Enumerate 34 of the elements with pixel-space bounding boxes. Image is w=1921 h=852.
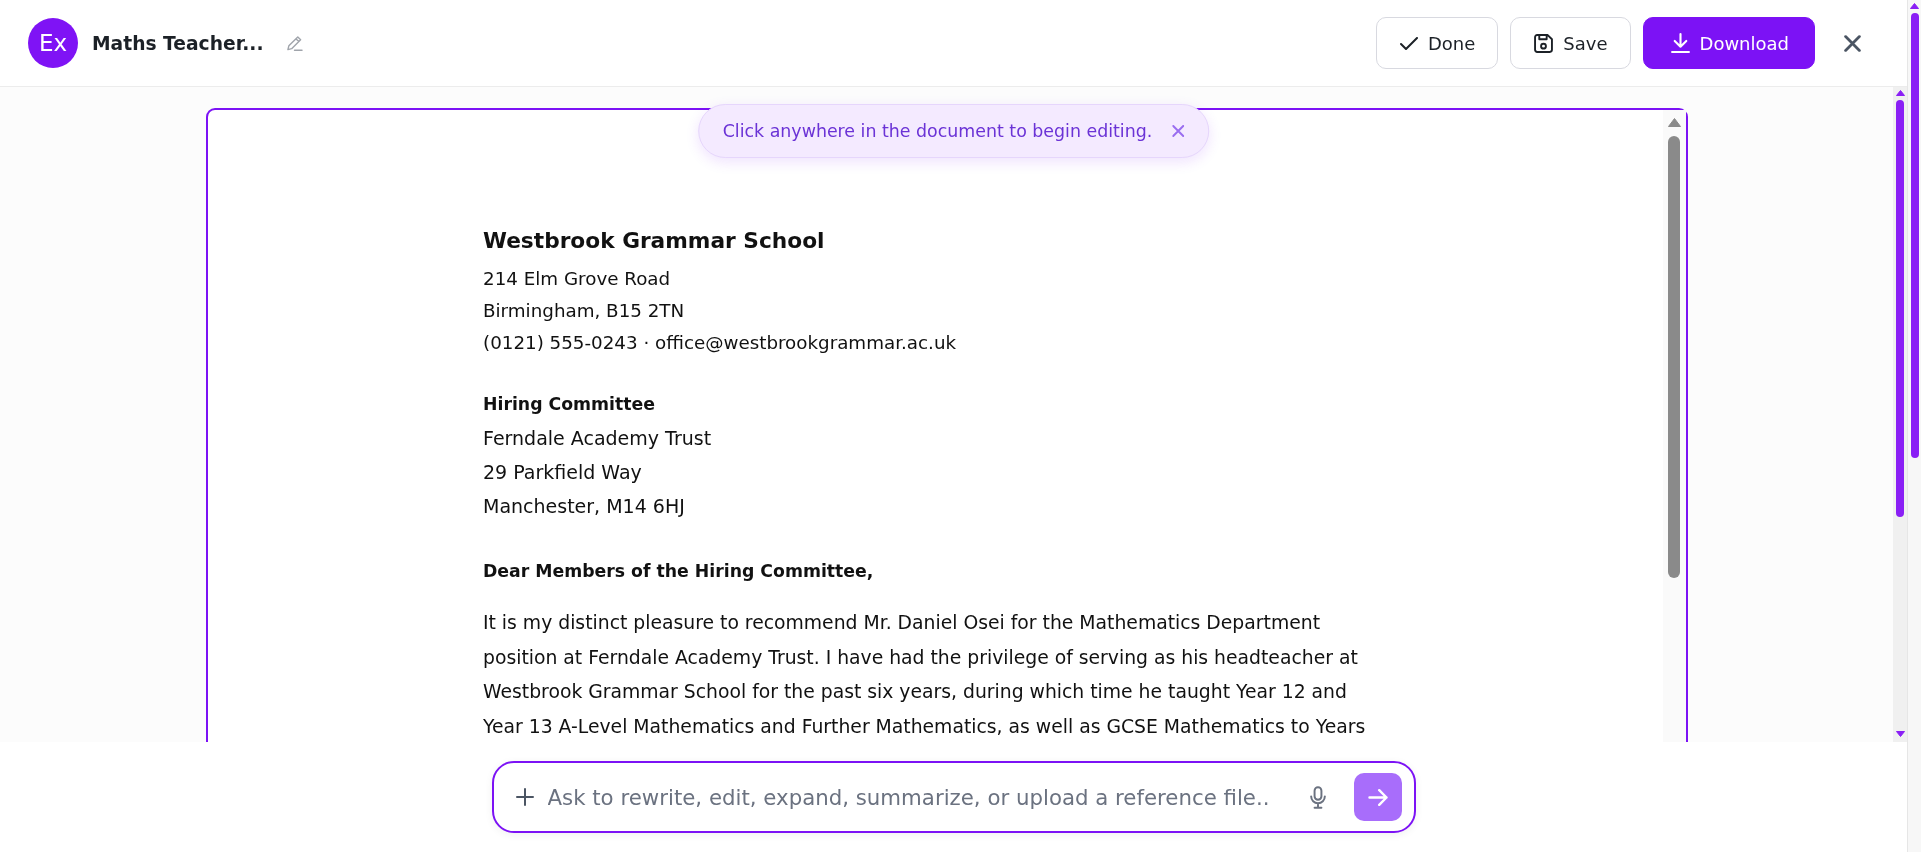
address-line: 214 Elm Grove Road [483,267,672,291]
salutation: Dear Members of the Hiring Committee, [483,560,875,583]
scrollbar-thumb[interactable] [1668,136,1680,578]
up-arrow-icon[interactable] [1910,3,1919,9]
address-line: (0121) 555-0243 · office@westbrookgrammar.ac.uk [483,331,958,355]
notice-text: Click anywhere in the document to begin editing. [722,121,1153,141]
close-icon [1843,34,1861,52]
check-icon [1399,36,1418,50]
arrow-right-icon [1367,788,1388,806]
scrollbar-thumb[interactable] [1896,100,1904,517]
recipient-name: Hiring Committee [483,393,656,416]
letter-paragraph: It is my distinct pleasure to recommend Mr. Daniel Osei for the Mathematics Department position at Ferndale Academy Trust. I have had the privilege of serving as his headteacher at Westbrook Grammar School for the past six years, during which time he taught Year 12 and Year 13 A-Level Mathematics and Further Mathematics, as well as GCSE Mathematics to Years [483,611,1367,739]
scrollbar-thumb[interactable] [1910,13,1919,458]
floppy-disk-icon [1534,33,1554,53]
up-arrow-icon[interactable] [1667,118,1681,127]
school-name: Westbrook Grammar School [483,227,826,255]
download-icon [1670,33,1690,53]
plus-icon[interactable] [515,788,534,806]
prompt-bar[interactable]: Ask to rewrite, edit, expand, summarize, or upload a reference file.. [491,761,1416,833]
address-line: Manchester, M14 6HJ [483,494,686,519]
address-line: 29 Parkfield Way [483,460,643,485]
address-line: Birmingham, B15 2TN [483,299,686,323]
pencil-icon[interactable] [285,35,303,51]
microphone-icon[interactable] [1309,785,1326,809]
avatar: Ex [28,18,78,68]
close-icon[interactable] [1172,125,1185,137]
done-button[interactable]: Done [1375,17,1499,69]
prompt-input[interactable]: Ask to rewrite, edit, expand, summarize, or upload a reference file.. [547,782,1302,812]
address-line: Ferndale Academy Trust [483,426,713,451]
download-button[interactable]: Download [1642,17,1815,69]
up-arrow-icon[interactable] [1895,90,1905,96]
save-button[interactable]: Save [1510,17,1631,69]
down-arrow-icon[interactable] [1895,731,1905,737]
document-title: Maths Teacher... [92,32,264,54]
